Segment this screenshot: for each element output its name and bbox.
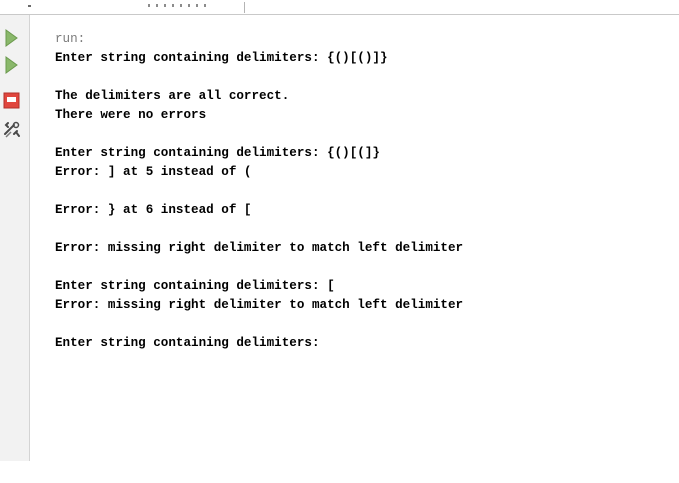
- output-toolbar: [0, 15, 30, 461]
- run-icon: [5, 29, 18, 47]
- rerun-button[interactable]: [2, 54, 24, 76]
- console-line: Enter string containing delimiters: [: [55, 279, 335, 293]
- tab-divider: [244, 2, 245, 13]
- settings-button[interactable]: [2, 119, 24, 141]
- console-line: Error: missing right delimiter to match …: [55, 298, 464, 312]
- tab-strip: [0, 0, 679, 15]
- stop-icon: [3, 92, 20, 109]
- console-line: Enter string containing delimiters:: [55, 336, 320, 350]
- stop-button[interactable]: [2, 91, 24, 113]
- console-line: Enter string containing delimiters: {()[…: [55, 146, 380, 160]
- tab-marker: [28, 5, 31, 7]
- console-line: Enter string containing delimiters: {()[…: [55, 51, 388, 65]
- console-line: Error: ] at 5 instead of (: [55, 165, 252, 179]
- console-line: run:: [55, 32, 86, 46]
- settings-icon: [4, 121, 20, 138]
- console-line: There were no errors: [55, 108, 207, 122]
- bottom-area: [0, 461, 679, 483]
- run-button[interactable]: [2, 27, 24, 49]
- console-line: Error: missing right delimiter to match …: [55, 241, 464, 255]
- console-line: The delimiters are all correct.: [55, 89, 290, 103]
- console-output: run: Enter string containing delimiters: …: [55, 30, 463, 353]
- rerun-icon: [5, 56, 18, 74]
- tab-label-fragment: [148, 4, 208, 7]
- console-line: Error: } at 6 instead of [: [55, 203, 252, 217]
- output-window: run: Enter string containing delimiters: …: [0, 0, 679, 483]
